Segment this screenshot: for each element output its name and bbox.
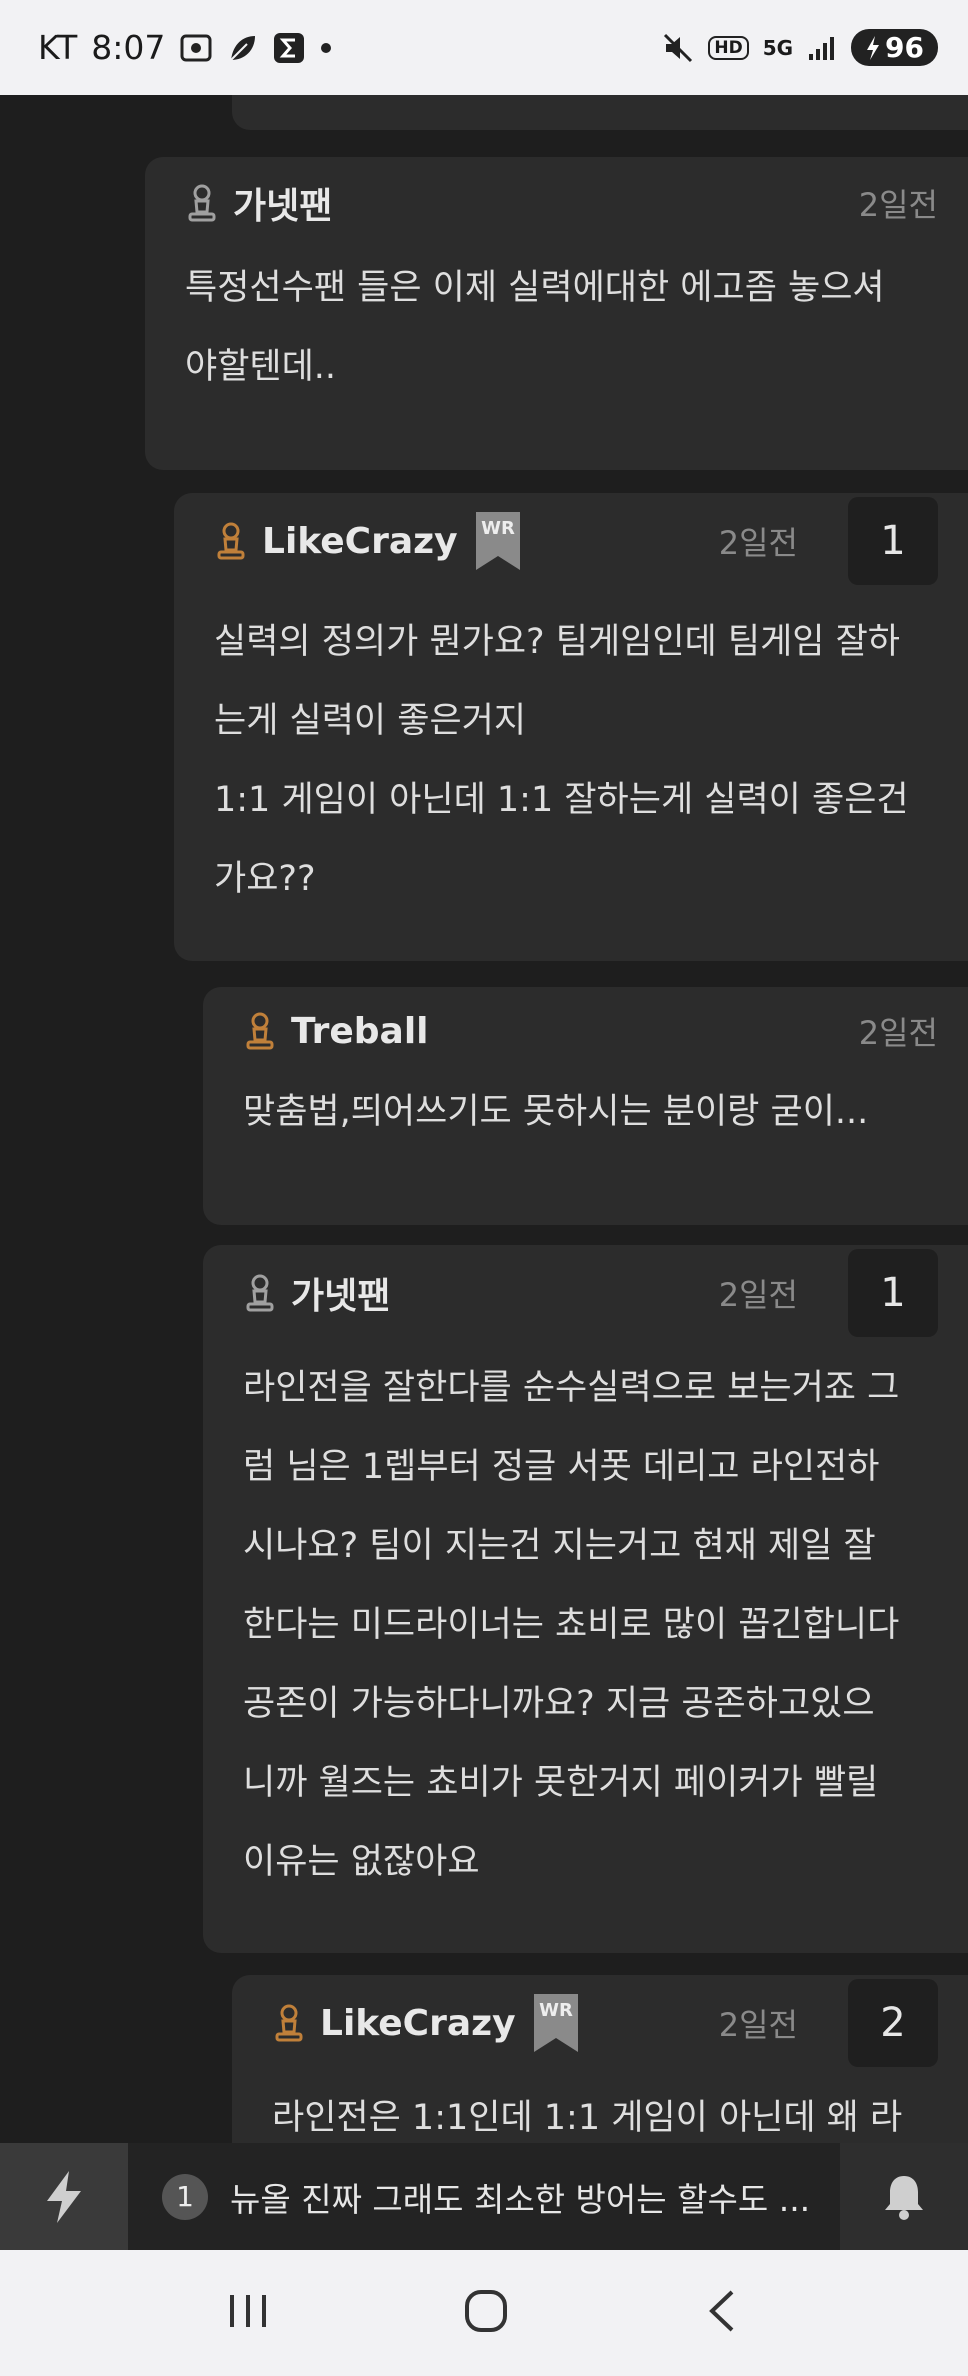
comment-author[interactable]: LikeCrazy [320,2003,516,2044]
charging-icon [867,35,880,60]
comment-author[interactable]: 가넷팬 [233,177,332,229]
back-icon [708,2290,734,2332]
comment-time: 2일전 [858,1014,938,1052]
battery-indicator: 96 [851,29,938,66]
network-5g-label: 5G [762,35,794,60]
lightning-icon [47,2170,81,2223]
clock: 8:07 [91,28,166,67]
comment-time: 2일전 [718,2006,798,2044]
wr-bookmark-badge: WR [475,512,520,570]
home-icon [464,2290,507,2332]
user-pawn-icon [246,1012,274,1050]
comment-card: 가넷팬 2일전 특정선수팬 들은 이제 실력에대한 에고좀 놓으셔 야할텐데.. [145,157,968,470]
comment-card: LikeCrazy WR 2일전 1 실력의 정의가 뭔가요? 팀게임인데 팀게… [174,493,968,961]
reply-count[interactable]: 1 [848,497,938,585]
hd-badge: HD [708,35,749,60]
app-screen: KT 8:07 HD 5G 96 가넷팬 2일전 특정선수팬 들은 이제 실력에… [0,0,968,2376]
comment-body: 실력의 정의가 뭔가요? 팀게임인데 팀게임 잘하 는게 실력이 좋은거지 1:… [214,622,909,899]
screenshot-icon [179,33,213,63]
notification-button[interactable] [840,2143,968,2250]
dot-icon [319,41,333,55]
mute-icon [662,32,694,64]
comment-time: 2일전 [718,524,798,562]
comment-list[interactable]: 가넷팬 2일전 특정선수팬 들은 이제 실력에대한 에고좀 놓으셔 야할텐데..… [0,95,968,2143]
comment-author[interactable]: 가넷팬 [291,1267,390,1319]
comment-body: 맞춤법,띄어쓰기도 못하시는 분이랑 굳이... [243,1092,869,1132]
user-pawn-icon [188,184,216,222]
wr-badge-text: WR [539,2000,573,2021]
home-button[interactable] [463,2288,509,2338]
sigma-icon [273,32,305,64]
user-pawn-icon [217,522,245,560]
notice-ticker[interactable]: 1 뉴올 진짜 그래도 최소한 방어는 할수도 ... [128,2143,840,2250]
carrier-label: KT [38,28,78,67]
reply-count[interactable]: 2 [848,1979,938,2067]
signal-icon [807,34,837,62]
quick-action-button[interactable] [0,2143,128,2250]
comment-body: 특정선수팬 들은 이제 실력에대한 에고좀 놓으셔 야할텐데.. [185,268,885,387]
recent-apps-icon [230,2295,267,2327]
back-button[interactable] [702,2288,742,2338]
reply-count[interactable]: 1 [848,1249,938,1337]
comment-author[interactable]: LikeCrazy [262,521,458,562]
comment-time: 2일전 [858,186,938,224]
battery-level: 96 [885,31,924,64]
user-pawn-icon [275,2004,303,2042]
wr-badge-text: WR [481,518,515,539]
notice-number: 1 [162,2173,208,2220]
leaf-icon [227,32,259,64]
wr-bookmark-badge: WR [533,1994,578,2052]
system-nav-bar [0,2250,968,2376]
notice-text: 뉴올 진짜 그래도 최소한 방어는 할수도 ... [230,2179,811,2219]
bottom-notice-bar: 1 뉴올 진짜 그래도 최소한 방어는 할수도 ... [0,2143,968,2250]
user-pawn-icon [246,1274,274,1312]
status-bar: KT 8:07 HD 5G 96 [0,0,968,95]
recent-apps-button[interactable] [226,2291,270,2335]
comment-card: Treball 2일전 맞춤법,띄어쓰기도 못하시는 분이랑 굳이... [203,987,968,1225]
previous-comment-card [232,95,968,130]
comment-body: 라인전을 잘한다를 순수실력으로 보는거죠 그 럼 님은 1렙부터 정글 서폿 … [243,1368,900,1882]
comment-card: 가넷팬 2일전 1 라인전을 잘한다를 순수실력으로 보는거죠 그 럼 님은 1… [203,1245,968,1953]
bell-icon [885,2175,923,2220]
comment-author[interactable]: Treball [291,1011,429,1052]
comment-time: 2일전 [718,1276,798,1314]
comment-card: LikeCrazy WR 2일전 2 라인전은 1:1인데 1:1 게임이 아닌… [232,1975,968,2143]
comment-body: 라인전은 1:1인데 1:1 게임이 아닌데 왜 라 [272,2098,903,2138]
